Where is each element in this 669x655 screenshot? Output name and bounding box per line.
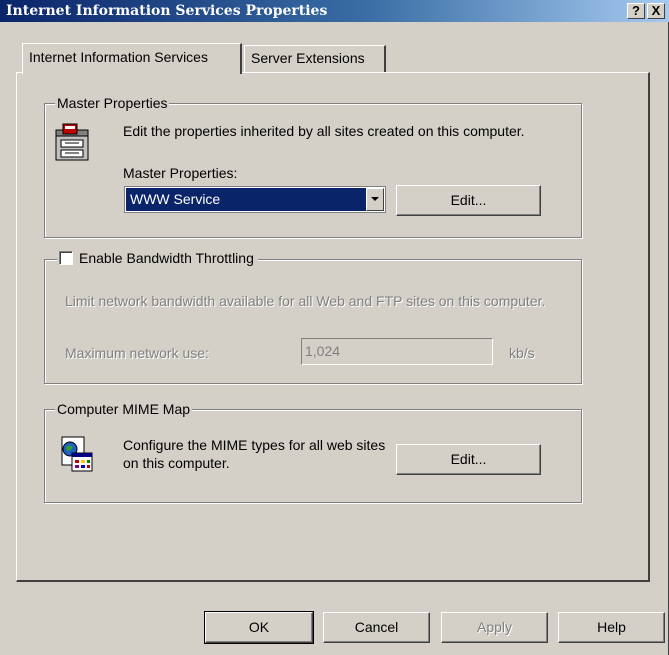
master-properties-combo-label: Master Properties: [123,165,238,181]
bandwidth-checkbox[interactable] [59,251,73,265]
tab-label: Internet Information Services [29,49,208,65]
tab-server-extensions[interactable]: Server Extensions [244,45,386,72]
tab-panel: Master Properties Edit the properties in… [16,72,650,582]
bandwidth-checkbox-label: Enable Bandwidth Throttling [79,250,254,266]
bandwidth-group: Enable Bandwidth Throttling Limit networ… [44,249,582,384]
mime-map-icon [61,436,93,472]
tab-label: Server Extensions [251,50,365,66]
master-properties-edit-button[interactable]: Edit... [396,185,541,216]
tab-internet-information-services[interactable]: Internet Information Services [22,43,242,74]
bandwidth-checkbox-row[interactable]: Enable Bandwidth Throttling [57,249,258,267]
max-network-label: Maximum network use: [65,345,209,361]
master-properties-group: Master Properties Edit the properties in… [44,94,582,238]
apply-button[interactable]: Apply [441,612,548,643]
chevron-down-icon[interactable] [366,188,384,211]
master-properties-description: Edit the properties inherited by all sit… [123,123,525,139]
master-properties-combo[interactable]: WWW Service [124,186,386,213]
bandwidth-unit: kb/s [509,345,535,361]
cancel-button[interactable]: Cancel [323,612,430,643]
group-title: Master Properties [55,94,170,112]
group-title: Computer MIME Map [55,400,193,418]
server-properties-icon [55,123,89,161]
mime-map-edit-button[interactable]: Edit... [396,444,541,475]
mime-map-description: Configure the MIME types for all web sit… [123,437,386,471]
help-title-button[interactable]: ? [627,3,645,19]
title-bar[interactable]: Internet Information Services Properties [0,0,669,22]
help-button[interactable]: Help [558,612,665,643]
close-title-button[interactable]: X [647,3,665,19]
properties-dialog: Internet Information Services Properties… [0,0,669,655]
max-network-field[interactable]: 1,024 [301,338,493,365]
window-title: Internet Information Services Properties [6,3,328,19]
bandwidth-description: Limit network bandwidth available for al… [65,293,546,309]
mime-map-group: Computer MIME Map Configure the MIME typ… [44,400,582,503]
combo-value: WWW Service [130,191,221,207]
ok-button[interactable]: OK [204,611,314,644]
